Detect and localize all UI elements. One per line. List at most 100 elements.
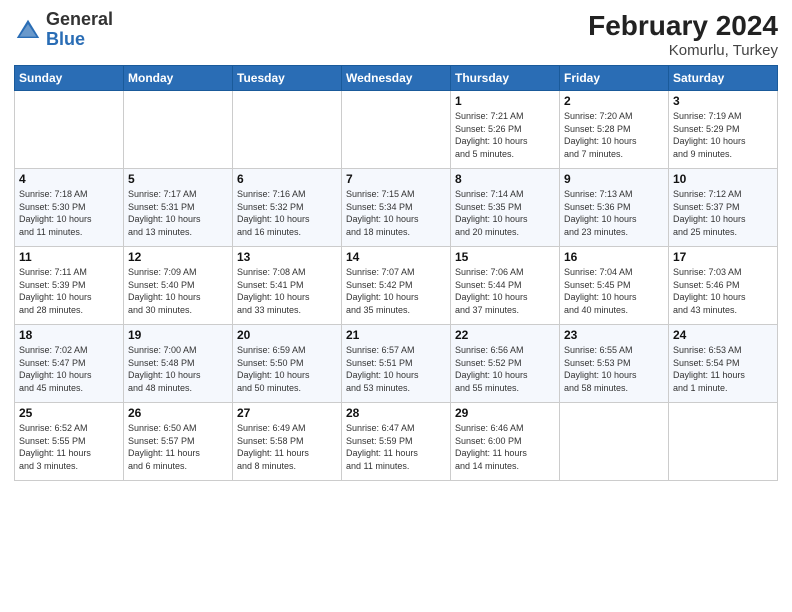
cell-day-number: 28 [346, 406, 446, 420]
calendar-header-row: SundayMondayTuesdayWednesdayThursdayFrid… [15, 66, 778, 91]
day-header-thursday: Thursday [451, 66, 560, 91]
cell-day-number: 20 [237, 328, 337, 342]
cell-info-text: Sunrise: 7:15 AM Sunset: 5:34 PM Dayligh… [346, 188, 446, 238]
cell-info-text: Sunrise: 6:52 AM Sunset: 5:55 PM Dayligh… [19, 422, 119, 472]
calendar-cell: 3 Sunrise: 7:19 AM Sunset: 5:29 PM Daylig… [669, 91, 778, 169]
calendar-cell: 4Sunrise: 7:18 AM Sunset: 5:30 PM Daylig… [15, 169, 124, 247]
cell-info-text: Sunrise: 7:13 AM Sunset: 5:36 PM Dayligh… [564, 188, 664, 238]
cell-day-number: 22 [455, 328, 555, 342]
day-header-sunday: Sunday [15, 66, 124, 91]
calendar-title: February 2024 [588, 10, 778, 42]
cell-day-number: 8 [455, 172, 555, 186]
calendar-cell: 27 Sunrise: 6:49 AM Sunset: 5:58 PM Dayli… [233, 403, 342, 481]
cell-info-text: Sunrise: 7:17 AM Sunset: 5:31 PM Dayligh… [128, 188, 228, 238]
cell-info-text: Sunrise: 7:20 AM Sunset: 5:28 PM Dayligh… [564, 110, 664, 160]
calendar-cell [233, 91, 342, 169]
calendar-cell: 29Sunrise: 6:46 AM Sunset: 6:00 PM Dayli… [451, 403, 560, 481]
logo-blue-label: Blue [46, 30, 113, 50]
cell-info-text: Sunrise: 7:18 AM Sunset: 5:30 PM Dayligh… [19, 188, 119, 238]
calendar-cell: 17Sunrise: 7:03 AM Sunset: 5:46 PM Dayli… [669, 247, 778, 325]
cell-info-text: Sunrise: 7:08 AM Sunset: 5:41 PM Dayligh… [237, 266, 337, 316]
cell-day-number: 27 [237, 406, 337, 420]
calendar-cell: 10 Sunrise: 7:12 AM Sunset: 5:37 PM Dayli… [669, 169, 778, 247]
calendar-cell: 22Sunrise: 6:56 AM Sunset: 5:52 PM Dayli… [451, 325, 560, 403]
calendar-cell: 21 Sunrise: 6:57 AM Sunset: 5:51 PM Dayli… [342, 325, 451, 403]
page: General Blue February 2024 Komurlu, Turk… [0, 0, 792, 612]
calendar-cell: 28 Sunrise: 6:47 AM Sunset: 5:59 PM Dayli… [342, 403, 451, 481]
cell-day-number: 10 [673, 172, 773, 186]
calendar-cell: 6 Sunrise: 7:16 AM Sunset: 5:32 PM Daylig… [233, 169, 342, 247]
cell-info-text: Sunrise: 7:16 AM Sunset: 5:32 PM Dayligh… [237, 188, 337, 238]
cell-day-number: 14 [346, 250, 446, 264]
calendar-cell [560, 403, 669, 481]
cell-info-text: Sunrise: 7:02 AM Sunset: 5:47 PM Dayligh… [19, 344, 119, 394]
title-block: February 2024 Komurlu, Turkey [588, 10, 778, 59]
calendar-cell: 16Sunrise: 7:04 AM Sunset: 5:45 PM Dayli… [560, 247, 669, 325]
cell-day-number: 21 [346, 328, 446, 342]
cell-info-text: Sunrise: 6:47 AM Sunset: 5:59 PM Dayligh… [346, 422, 446, 472]
calendar-cell: 8 Sunrise: 7:14 AM Sunset: 5:35 PM Daylig… [451, 169, 560, 247]
logo-icon [14, 17, 42, 45]
cell-info-text: Sunrise: 7:04 AM Sunset: 5:45 PM Dayligh… [564, 266, 664, 316]
calendar-week-1: 4Sunrise: 7:18 AM Sunset: 5:30 PM Daylig… [15, 169, 778, 247]
calendar-cell [124, 91, 233, 169]
cell-day-number: 18 [19, 328, 119, 342]
calendar-cell: 18 Sunrise: 7:02 AM Sunset: 5:47 PM Dayli… [15, 325, 124, 403]
calendar-cell: 1Sunrise: 7:21 AM Sunset: 5:26 PM Daylig… [451, 91, 560, 169]
calendar-table: SundayMondayTuesdayWednesdayThursdayFrid… [14, 65, 778, 481]
cell-info-text: Sunrise: 6:50 AM Sunset: 5:57 PM Dayligh… [128, 422, 228, 472]
calendar-week-3: 18 Sunrise: 7:02 AM Sunset: 5:47 PM Dayli… [15, 325, 778, 403]
cell-info-text: Sunrise: 6:49 AM Sunset: 5:58 PM Dayligh… [237, 422, 337, 472]
cell-day-number: 12 [128, 250, 228, 264]
cell-day-number: 24 [673, 328, 773, 342]
cell-info-text: Sunrise: 7:03 AM Sunset: 5:46 PM Dayligh… [673, 266, 773, 316]
day-header-tuesday: Tuesday [233, 66, 342, 91]
cell-info-text: Sunrise: 6:46 AM Sunset: 6:00 PM Dayligh… [455, 422, 555, 472]
cell-day-number: 9 [564, 172, 664, 186]
calendar-cell [669, 403, 778, 481]
cell-day-number: 1 [455, 94, 555, 108]
calendar-cell: 7 Sunrise: 7:15 AM Sunset: 5:34 PM Daylig… [342, 169, 451, 247]
calendar-cell [15, 91, 124, 169]
cell-info-text: Sunrise: 6:59 AM Sunset: 5:50 PM Dayligh… [237, 344, 337, 394]
cell-info-text: Sunrise: 6:57 AM Sunset: 5:51 PM Dayligh… [346, 344, 446, 394]
calendar-cell: 15Sunrise: 7:06 AM Sunset: 5:44 PM Dayli… [451, 247, 560, 325]
cell-info-text: Sunrise: 7:19 AM Sunset: 5:29 PM Dayligh… [673, 110, 773, 160]
header: General Blue February 2024 Komurlu, Turk… [14, 10, 778, 59]
cell-day-number: 11 [19, 250, 119, 264]
cell-info-text: Sunrise: 6:53 AM Sunset: 5:54 PM Dayligh… [673, 344, 773, 394]
calendar-week-4: 25 Sunrise: 6:52 AM Sunset: 5:55 PM Dayli… [15, 403, 778, 481]
logo: General Blue [14, 10, 113, 50]
calendar-cell: 2Sunrise: 7:20 AM Sunset: 5:28 PM Daylig… [560, 91, 669, 169]
cell-day-number: 25 [19, 406, 119, 420]
calendar-cell: 24 Sunrise: 6:53 AM Sunset: 5:54 PM Dayli… [669, 325, 778, 403]
calendar-subtitle: Komurlu, Turkey [588, 42, 778, 59]
cell-day-number: 5 [128, 172, 228, 186]
calendar-week-0: 1Sunrise: 7:21 AM Sunset: 5:26 PM Daylig… [15, 91, 778, 169]
cell-day-number: 15 [455, 250, 555, 264]
cell-day-number: 7 [346, 172, 446, 186]
calendar-week-2: 11 Sunrise: 7:11 AM Sunset: 5:39 PM Dayli… [15, 247, 778, 325]
cell-info-text: Sunrise: 7:14 AM Sunset: 5:35 PM Dayligh… [455, 188, 555, 238]
cell-info-text: Sunrise: 7:00 AM Sunset: 5:48 PM Dayligh… [128, 344, 228, 394]
cell-day-number: 13 [237, 250, 337, 264]
day-header-wednesday: Wednesday [342, 66, 451, 91]
cell-info-text: Sunrise: 6:55 AM Sunset: 5:53 PM Dayligh… [564, 344, 664, 394]
calendar-cell: 25 Sunrise: 6:52 AM Sunset: 5:55 PM Dayli… [15, 403, 124, 481]
logo-general-label: General [46, 10, 113, 30]
calendar-cell: 12 Sunrise: 7:09 AM Sunset: 5:40 PM Dayli… [124, 247, 233, 325]
cell-info-text: Sunrise: 7:12 AM Sunset: 5:37 PM Dayligh… [673, 188, 773, 238]
day-header-friday: Friday [560, 66, 669, 91]
calendar-cell: 9 Sunrise: 7:13 AM Sunset: 5:36 PM Daylig… [560, 169, 669, 247]
calendar-cell: 11 Sunrise: 7:11 AM Sunset: 5:39 PM Dayli… [15, 247, 124, 325]
cell-info-text: Sunrise: 7:11 AM Sunset: 5:39 PM Dayligh… [19, 266, 119, 316]
calendar-cell: 14Sunrise: 7:07 AM Sunset: 5:42 PM Dayli… [342, 247, 451, 325]
calendar-cell: 23Sunrise: 6:55 AM Sunset: 5:53 PM Dayli… [560, 325, 669, 403]
calendar-cell: 26 Sunrise: 6:50 AM Sunset: 5:57 PM Dayli… [124, 403, 233, 481]
cell-day-number: 26 [128, 406, 228, 420]
cell-info-text: Sunrise: 7:09 AM Sunset: 5:40 PM Dayligh… [128, 266, 228, 316]
cell-day-number: 6 [237, 172, 337, 186]
calendar-cell: 20 Sunrise: 6:59 AM Sunset: 5:50 PM Dayli… [233, 325, 342, 403]
day-header-saturday: Saturday [669, 66, 778, 91]
cell-day-number: 3 [673, 94, 773, 108]
